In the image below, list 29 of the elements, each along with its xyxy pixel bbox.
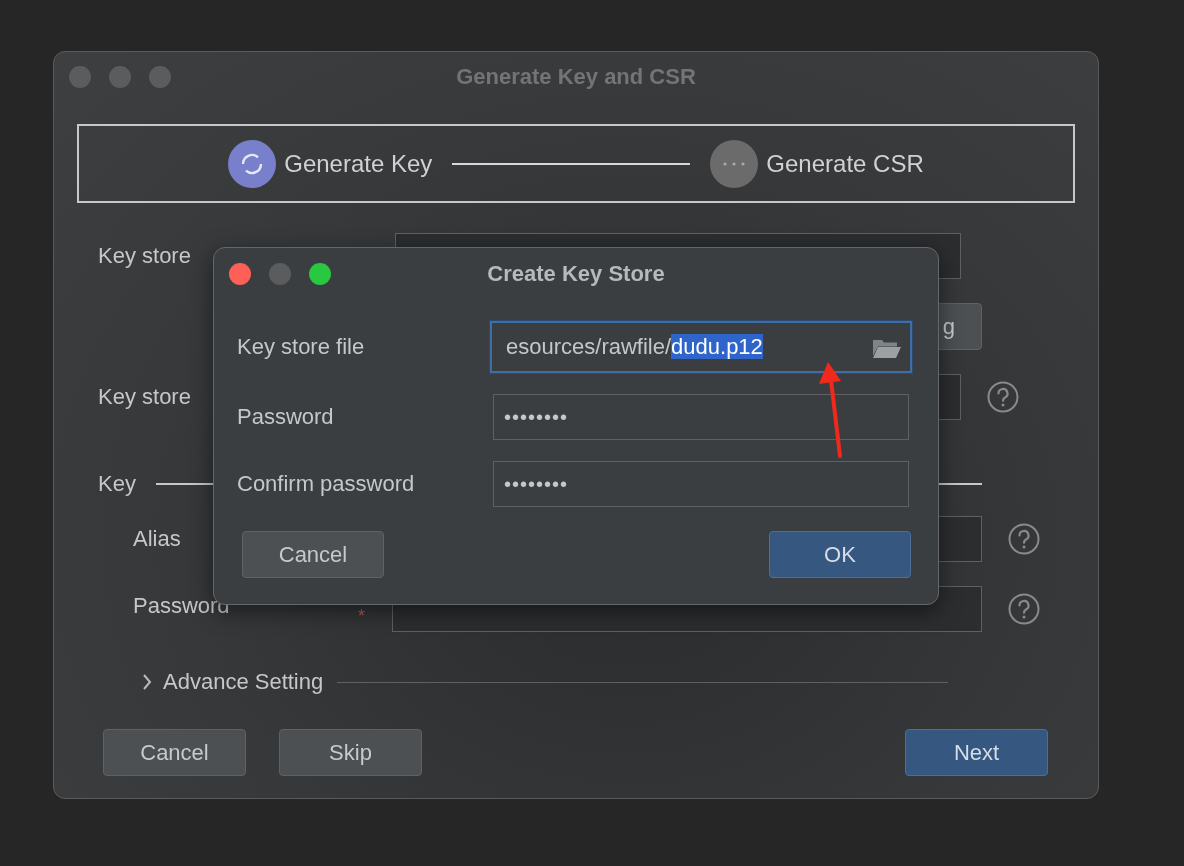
- section-title: Key: [98, 471, 136, 497]
- input-field[interactable]: ••••••••: [493, 461, 909, 507]
- field-label: Password: [237, 404, 335, 430]
- help-icon: [1007, 522, 1041, 556]
- window-control[interactable]: [309, 263, 331, 285]
- help-icon: [986, 380, 1020, 414]
- button[interactable]: Cancel: [103, 729, 246, 776]
- window-title: Generate Key and CSR: [456, 64, 696, 90]
- input-field[interactable]: ••••••••: [493, 394, 909, 440]
- step-label: Generate Key: [284, 149, 433, 178]
- expander-label[interactable]: Advance Setting: [163, 669, 324, 695]
- button[interactable]: Cancel: [242, 531, 384, 578]
- field-label: Confirm password: [237, 471, 416, 497]
- password-dots: ••••••••: [504, 472, 568, 496]
- step-label: Generate CSR: [766, 149, 924, 178]
- input-field[interactable]: esources/rawfile/dudu.p12: [490, 321, 912, 373]
- field-label: Key store: [97, 384, 192, 410]
- help-icon: [1007, 592, 1041, 626]
- required-mark: *: [358, 607, 365, 625]
- field-label: Key store file: [237, 334, 366, 360]
- window-control[interactable]: [229, 263, 251, 285]
- password-dots: ••••••••: [504, 405, 568, 429]
- field-label: Key store: [97, 243, 192, 269]
- button[interactable]: OK: [769, 531, 911, 578]
- button[interactable]: Next: [905, 729, 1048, 776]
- dialog-title: Create Key Store: [487, 261, 665, 287]
- field-value: esources/rawfile/dudu.p12: [506, 334, 763, 360]
- button[interactable]: Skip: [279, 729, 422, 776]
- field-label: Alias: [133, 526, 182, 552]
